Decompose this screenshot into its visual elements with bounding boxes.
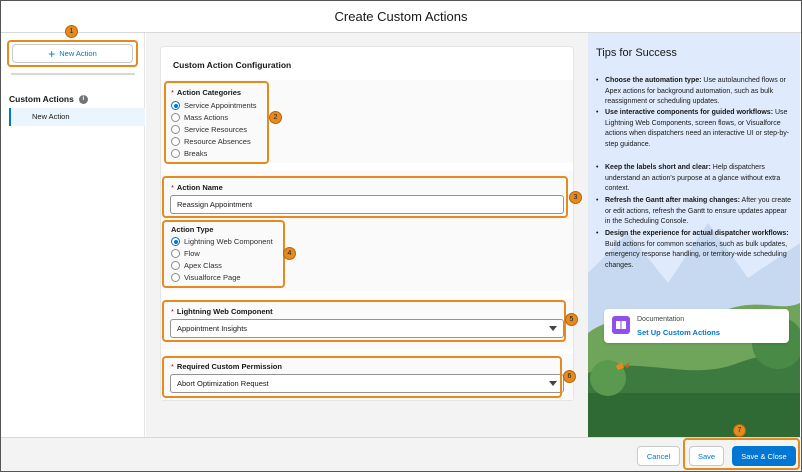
documentation-link[interactable]: Set Up Custom Actions <box>637 328 720 337</box>
tip-item: Keep the labels short and clear: Help di… <box>596 163 792 195</box>
left-panel: + New Action Custom Actions i New Action <box>1 33 145 437</box>
callout-ring-1 <box>7 40 138 67</box>
callout-ring-7 <box>683 438 800 470</box>
callout-ring-4 <box>162 220 285 288</box>
callout-badge-1: 1 <box>65 25 78 38</box>
modal-footer: Cancel Save Save & Close <box>1 437 801 471</box>
callout-ring-5 <box>162 300 566 342</box>
cancel-button[interactable]: Cancel <box>637 446 680 466</box>
tip-item: Choose the automation type: Use autolaun… <box>596 76 792 108</box>
modal-header: Create Custom Actions <box>1 1 801 33</box>
documentation-card[interactable]: Documentation Set Up Custom Actions <box>604 309 789 343</box>
tips-panel: Tips for Success Choose the automation t… <box>588 33 800 437</box>
callout-badge-4: 4 <box>283 247 296 260</box>
documentation-label: Documentation <box>637 316 685 323</box>
callout-badge-2: 2 <box>269 111 282 124</box>
book-icon <box>612 316 630 334</box>
info-icon[interactable]: i <box>78 94 88 104</box>
tip-item: Use interactive components for guided wo… <box>596 108 792 150</box>
callout-badge-6: 6 <box>563 370 576 383</box>
callout-badge-5: 5 <box>565 313 578 326</box>
custom-actions-heading: Custom Actions i <box>9 94 88 104</box>
tips-title: Tips for Success <box>596 47 677 59</box>
divider <box>11 73 135 75</box>
custom-action-item[interactable]: New Action <box>9 108 145 126</box>
callout-badge-7: 7 <box>733 424 746 437</box>
modal-title: Create Custom Actions <box>334 9 468 24</box>
callout-ring-2 <box>164 81 269 164</box>
tip-item: Refresh the Gantt after making changes: … <box>596 196 792 228</box>
callout-ring-6 <box>162 356 562 398</box>
callout-ring-3 <box>162 176 568 218</box>
callout-badge-3: 3 <box>569 191 582 204</box>
config-title: Custom Action Configuration <box>173 60 292 70</box>
tip-item: Design the experience for actual dispatc… <box>596 229 792 271</box>
